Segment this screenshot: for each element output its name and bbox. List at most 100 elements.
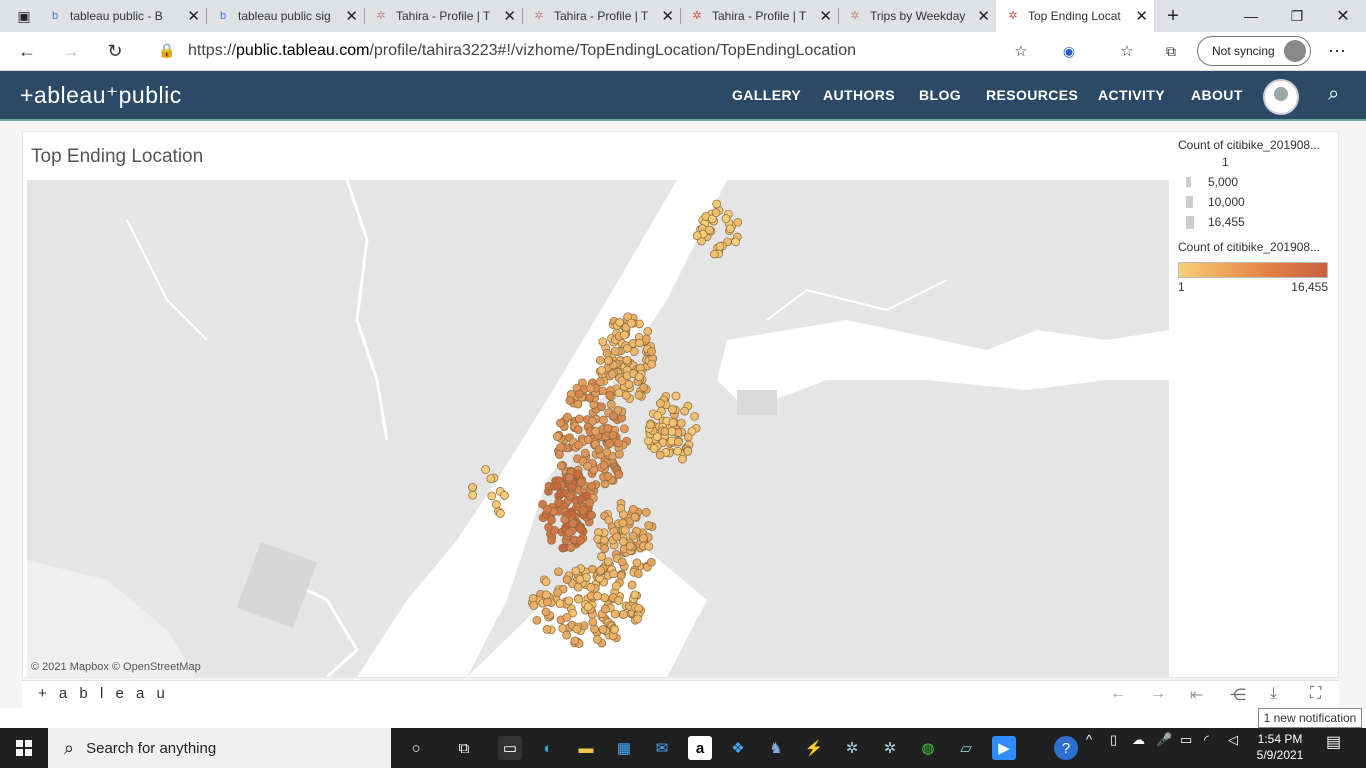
station-marker[interactable] [630, 512, 640, 522]
color-legend-title[interactable]: Count of citibike_201908... [1178, 240, 1338, 254]
station-marker[interactable] [560, 515, 570, 524]
station-marker[interactable] [615, 449, 624, 459]
revert-icon[interactable]: ⇤ [1190, 685, 1203, 705]
station-marker[interactable] [634, 372, 644, 382]
station-marker[interactable] [554, 498, 563, 507]
station-marker[interactable] [647, 347, 656, 356]
download-icon[interactable]: ⤓ [1270, 685, 1277, 703]
nav-gallery[interactable]: GALLERY [732, 87, 801, 103]
station-marker[interactable] [618, 518, 628, 528]
browser-tab-5[interactable]: ✲ Tahira - Profile | T ✕ [680, 0, 838, 32]
station-marker[interactable] [574, 389, 584, 399]
edge-icon[interactable]: ◐ [536, 736, 560, 760]
station-marker[interactable] [575, 524, 585, 533]
clock[interactable]: 1:54 PM 5/9/2021 [1252, 731, 1308, 763]
station-marker[interactable] [604, 356, 613, 365]
close-icon[interactable]: ✕ [1135, 7, 1148, 25]
user-avatar[interactable] [1263, 79, 1299, 115]
browser-tab-active[interactable]: ✲ Top Ending Locat ✕ [996, 0, 1154, 32]
station-marker[interactable] [573, 399, 583, 409]
station-marker[interactable] [614, 596, 623, 605]
nav-about[interactable]: ABOUT [1191, 87, 1243, 103]
station-marker[interactable] [571, 566, 581, 576]
station-marker[interactable] [529, 601, 539, 610]
station-marker[interactable] [587, 481, 596, 491]
station-marker[interactable] [597, 552, 606, 561]
station-marker[interactable] [607, 369, 617, 379]
station-marker[interactable] [624, 380, 634, 389]
file-explorer-icon[interactable]: ▬ [574, 736, 598, 760]
station-marker[interactable] [554, 567, 563, 577]
station-marker[interactable] [599, 535, 609, 545]
more-menu-icon[interactable]: ⋯ [1326, 40, 1348, 62]
station-marker[interactable] [597, 402, 606, 412]
station-marker[interactable] [596, 566, 606, 575]
station-marker[interactable] [573, 469, 582, 479]
station-marker[interactable] [633, 614, 642, 624]
station-marker[interactable] [620, 424, 629, 434]
notifications-icon[interactable]: ▤ [1326, 732, 1341, 752]
station-marker[interactable] [556, 418, 565, 428]
station-marker[interactable] [591, 427, 600, 436]
station-marker[interactable] [583, 435, 593, 444]
station-marker[interactable] [562, 575, 572, 584]
station-marker[interactable] [602, 349, 612, 358]
microphone-icon[interactable]: 🎤 [1156, 732, 1172, 748]
station-marker[interactable] [586, 583, 596, 592]
onedrive-icon[interactable]: ☁ [1132, 732, 1145, 748]
station-marker[interactable] [620, 525, 630, 535]
station-marker[interactable] [573, 425, 583, 434]
station-marker[interactable] [578, 506, 588, 515]
station-marker[interactable] [634, 569, 643, 579]
station-marker[interactable] [557, 461, 566, 471]
station-marker[interactable] [639, 383, 649, 392]
amazon-icon[interactable]: a [688, 736, 712, 760]
station-marker[interactable] [565, 473, 574, 482]
station-marker[interactable] [725, 224, 735, 234]
station-marker[interactable] [683, 446, 693, 456]
station-marker[interactable] [580, 448, 590, 458]
nav-blog[interactable]: BLOG [919, 87, 961, 103]
taskbar-search[interactable]: ⌕ Search for anything [48, 728, 391, 768]
station-marker[interactable] [605, 439, 615, 448]
station-marker[interactable] [647, 359, 657, 369]
browser-tab-6[interactable]: ✲ Trips by Weekday ✕ [838, 0, 996, 32]
station-marker[interactable] [614, 470, 624, 479]
station-marker[interactable] [610, 346, 620, 356]
station-marker[interactable] [599, 415, 608, 425]
station-marker[interactable] [543, 505, 552, 514]
station-marker[interactable] [678, 454, 687, 464]
station-marker[interactable] [547, 515, 556, 525]
station-marker[interactable] [600, 544, 609, 553]
station-marker[interactable] [552, 481, 562, 491]
cortana-icon[interactable]: ○ [404, 736, 428, 760]
station-marker[interactable] [598, 337, 608, 347]
station-marker[interactable] [617, 557, 627, 567]
station-marker[interactable] [630, 590, 640, 600]
station-marker[interactable] [644, 541, 654, 551]
station-marker[interactable] [625, 541, 635, 551]
station-marker[interactable] [619, 610, 628, 619]
station-marker[interactable] [610, 609, 620, 619]
station-marker[interactable] [468, 490, 478, 500]
station-marker[interactable] [649, 444, 659, 453]
wifi-icon[interactable]: ◜ [1204, 732, 1209, 748]
station-marker[interactable] [575, 574, 585, 584]
station-marker[interactable] [574, 594, 583, 604]
minimize-button[interactable]: — [1228, 0, 1274, 32]
station-marker[interactable] [612, 581, 621, 591]
station-marker[interactable] [587, 510, 596, 520]
station-marker[interactable] [564, 528, 574, 538]
station-marker[interactable] [620, 330, 629, 340]
station-marker[interactable] [715, 242, 725, 251]
station-marker[interactable] [500, 491, 509, 500]
station-marker[interactable] [553, 588, 562, 598]
task-view-icon[interactable]: ⧉ [452, 736, 476, 760]
collections-icon[interactable]: ⧉ [1160, 40, 1182, 62]
station-marker[interactable] [721, 214, 731, 223]
station-marker[interactable] [627, 580, 637, 590]
station-marker[interactable] [547, 535, 556, 545]
station-marker[interactable] [597, 365, 607, 375]
station-marker[interactable] [622, 344, 632, 353]
fullscreen-icon[interactable]: ⛶ [1310, 685, 1321, 703]
